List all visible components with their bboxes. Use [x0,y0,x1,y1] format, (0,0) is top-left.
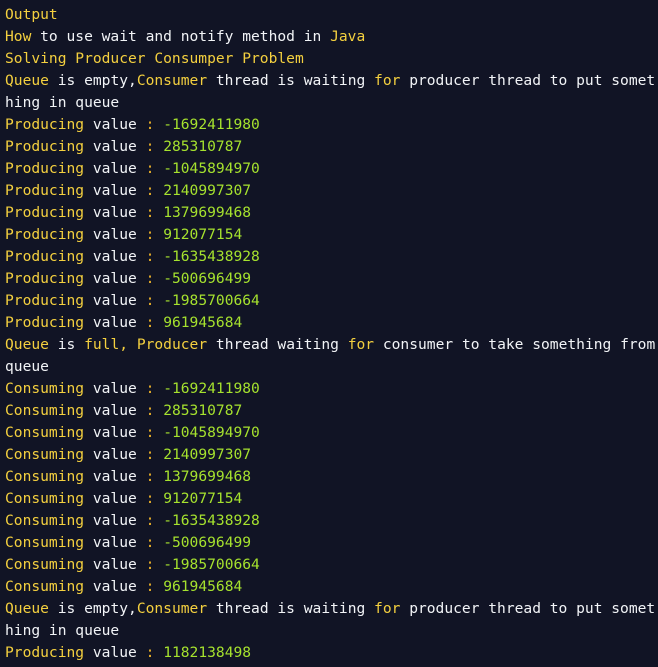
line-consuming-5: Consuming value : 1379699468 [5,466,658,488]
line-consuming-3: Consuming value : -1045894970 [5,422,658,444]
value-word: value [84,160,146,177]
value-word: value [84,556,146,573]
line-heading-1: How to use wait and notify method in Jav… [5,28,366,45]
value-word: value [84,578,146,595]
value-word: value [84,402,146,419]
output-title-text: Output [5,6,58,23]
line-producing-9: Producing value : -1985700664 [5,290,658,312]
line-producing-2: Producing value : 285310787 [5,136,658,158]
value-word: value [84,314,146,331]
line-producing-8: Producing value : -500696499 [5,268,658,290]
value-word: value [84,534,146,551]
line-producing-11: Producing value : 1182138498 [5,642,658,664]
value-word: value [84,468,146,485]
action-label: Producing [5,226,85,243]
numeric-value: -1045894970 [163,424,260,441]
action-label: Producing [5,182,85,199]
line-producing-7: Producing value : -1635438928 [5,246,658,268]
output-console[interactable]: Output How to use wait and notify method … [0,0,658,667]
action-label: Producing [5,314,85,331]
value-word: value [84,182,146,199]
value-word: value [84,138,146,155]
action-label: Consuming [5,578,85,595]
line-consuming-6: Consuming value : 912077154 [5,488,658,510]
action-label: Producing [5,138,85,155]
value-word: value [84,512,146,529]
value-word: value [84,490,146,507]
numeric-value: 1182138498 [163,644,252,661]
numeric-value: -1635438928 [163,512,260,529]
action-label: Consuming [5,424,85,441]
action-label: Producing [5,270,85,287]
numeric-value: -1985700664 [163,292,260,309]
action-label: Producing [5,644,85,661]
action-label: Producing [5,116,85,133]
numeric-value: -1985700664 [163,556,260,573]
line-consuming-2: Consuming value : 285310787 [5,400,658,422]
numeric-value: -1635438928 [163,248,260,265]
numeric-value: 285310787 [163,402,243,419]
value-word: value [84,424,146,441]
action-label: Producing [5,248,85,265]
value-word: value [84,226,146,243]
action-label: Consuming [5,556,85,573]
numeric-value: 912077154 [163,490,243,507]
action-label: Producing [5,160,85,177]
numeric-value: -1692411980 [163,116,260,133]
numeric-value: 2140997307 [163,446,252,463]
value-word: value [84,248,146,265]
line-consuming-4: Consuming value : 2140997307 [5,444,658,466]
numeric-value: 1379699468 [163,468,252,485]
line-consuming-1: Consuming value : -1692411980 [5,378,658,400]
line-producing-6: Producing value : 912077154 [5,224,658,246]
line-heading-2: Solving Producer Consumper Problem [5,50,304,67]
numeric-value: -500696499 [163,534,252,551]
line-producing-1: Producing value : -1692411980 [5,114,658,136]
numeric-value: -1692411980 [163,380,260,397]
numeric-value: 912077154 [163,226,243,243]
value-word: value [84,446,146,463]
numeric-value: 961945684 [163,314,243,331]
line-queue-empty-1: Queue is empty,Consumer thread is waitin… [5,72,656,111]
numeric-value: 285310787 [163,138,243,155]
numeric-value: 2140997307 [163,182,252,199]
line-producing-10: Producing value : 961945684 [5,312,658,334]
action-label: Consuming [5,468,85,485]
value-word: value [84,644,146,661]
action-label: Consuming [5,402,85,419]
line-producing-5: Producing value : 1379699468 [5,202,658,224]
numeric-value: 1379699468 [163,204,252,221]
action-label: Consuming [5,446,85,463]
line-producing-4: Producing value : 2140997307 [5,180,658,202]
action-label: Consuming [5,512,85,529]
numeric-value: -1045894970 [163,160,260,177]
value-word: value [84,292,146,309]
line-queue-full: Queue is full, Producer thread waiting f… [5,336,656,375]
line-output-title: Output [5,4,658,26]
line-consuming-9: Consuming value : -1985700664 [5,554,658,576]
action-label: Producing [5,204,85,221]
line-queue-empty-2: Queue is empty,Consumer thread is waitin… [5,600,656,639]
value-word: value [84,380,146,397]
action-label: Consuming [5,490,85,507]
numeric-value: -500696499 [163,270,252,287]
action-label: Consuming [5,534,85,551]
action-label: Consuming [5,380,85,397]
line-producing-3: Producing value : -1045894970 [5,158,658,180]
line-consuming-7: Consuming value : -1635438928 [5,510,658,532]
line-consuming-10: Consuming value : 961945684 [5,576,658,598]
numeric-value: 961945684 [163,578,243,595]
value-word: value [84,204,146,221]
value-word: value [84,116,146,133]
value-word: value [84,270,146,287]
line-consuming-8: Consuming value : -500696499 [5,532,658,554]
action-label: Producing [5,292,85,309]
